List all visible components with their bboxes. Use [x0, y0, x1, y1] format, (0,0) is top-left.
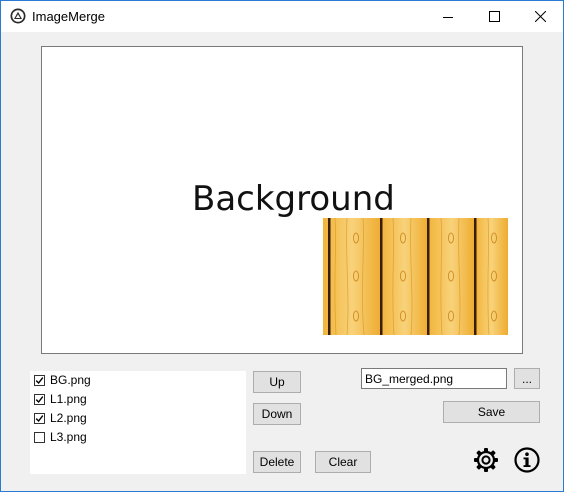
gear-icon [474, 448, 498, 472]
layer-checkbox[interactable] [34, 431, 45, 443]
close-button[interactable] [517, 1, 563, 32]
maximize-icon [488, 11, 500, 22]
maximize-button[interactable] [471, 1, 517, 32]
check-icon [35, 414, 44, 422]
app-window: ImageMerge Background BG.png L1.png L2.p… [0, 0, 564, 492]
minimize-icon [443, 16, 453, 18]
info-button[interactable] [513, 446, 541, 474]
layer-name: L3.png [50, 430, 87, 444]
app-logo-icon [10, 8, 26, 24]
up-button[interactable]: Up [253, 371, 301, 393]
layer-list[interactable]: BG.png L1.png L2.png L3.png [30, 371, 246, 474]
background-text: Background [192, 179, 395, 219]
layer-checkbox[interactable] [34, 393, 45, 405]
layer-name: BG.png [50, 373, 91, 387]
check-icon [35, 376, 44, 384]
settings-button[interactable] [472, 446, 500, 474]
image-preview: Background [41, 46, 523, 354]
save-button[interactable]: Save [443, 401, 540, 423]
wood-texture-image [323, 218, 508, 335]
close-icon [534, 11, 546, 22]
window-title: ImageMerge [32, 9, 105, 24]
info-icon [514, 447, 540, 473]
minimize-button[interactable] [425, 1, 471, 32]
layer-checkbox[interactable] [34, 374, 45, 386]
layer-item[interactable]: L3.png [34, 428, 87, 446]
down-button[interactable]: Down [253, 403, 301, 425]
layer-checkbox[interactable] [34, 412, 45, 424]
delete-button[interactable]: Delete [253, 451, 301, 473]
layer-item[interactable]: L2.png [34, 409, 87, 427]
output-filename-input[interactable]: BG_merged.png [361, 368, 507, 389]
clear-button[interactable]: Clear [315, 451, 371, 473]
layer-name: L2.png [50, 411, 87, 425]
browse-button[interactable]: ... [514, 368, 540, 389]
title-bar: ImageMerge [1, 1, 563, 32]
layer-item[interactable]: BG.png [34, 371, 91, 389]
check-icon [35, 395, 44, 403]
layer-item[interactable]: L1.png [34, 390, 87, 408]
layer-name: L1.png [50, 392, 87, 406]
